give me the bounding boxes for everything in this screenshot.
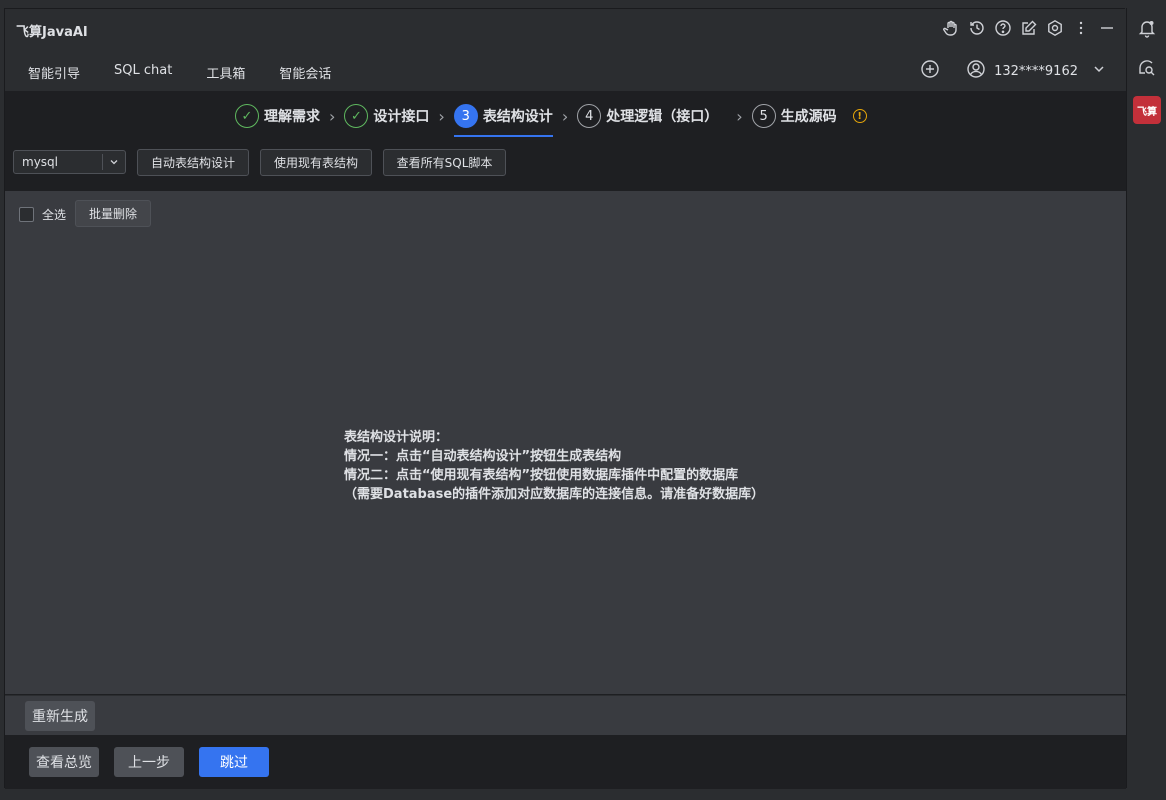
auto-table-design-button[interactable]: 自动表结构设计 [137, 149, 249, 176]
main-panel: 飞算JavaAI 智能引导 SQL chat 工具箱 智能会话 132****9… [4, 8, 1126, 789]
chat-search-icon[interactable] [1137, 58, 1157, 78]
step-number: 5 [751, 104, 776, 128]
batch-delete-button[interactable]: 批量删除 [75, 200, 151, 227]
step-label: 理解需求 [264, 109, 320, 125]
history-icon[interactable] [968, 19, 986, 37]
instruction-line: 情况一：点击“自动表结构设计”按钮生成表结构 [344, 449, 622, 464]
user-phone[interactable]: 132****9162 [994, 64, 1078, 79]
step-number: 3 [453, 104, 478, 128]
instructions: 表结构设计说明： 情况一：点击“自动表结构设计”按钮生成表结构情况二：点击“使用现… [344, 428, 764, 504]
user-avatar-icon[interactable] [966, 59, 986, 83]
instruction-title: 表结构设计说明： [344, 430, 449, 445]
db-type-select[interactable]: mysql [13, 150, 126, 174]
instruction-line: 情况二：点击“使用现有表结构”按钮使用数据库插件中配置的数据库 [344, 468, 739, 483]
previous-step-button[interactable]: 上一步 [114, 747, 184, 777]
tab-bar: 智能引导 SQL chat 工具箱 智能会话 [17, 55, 354, 95]
step-generate-source[interactable]: 5 生成源码 [751, 99, 837, 133]
tab-toolbox[interactable]: 工具箱 [195, 55, 256, 92]
minimize-icon[interactable] [1098, 19, 1116, 37]
tab-smart-chat[interactable]: 智能会话 [268, 55, 342, 92]
db-type-value: mysql [22, 155, 58, 169]
add-icon[interactable] [920, 59, 940, 83]
select-all-label: 全选 [42, 208, 67, 222]
toolbar: mysql 自动表结构设计 使用现有表结构 查看所有SQL脚本 [5, 137, 1126, 191]
view-all-sql-button[interactable]: 查看所有SQL脚本 [383, 149, 506, 176]
regenerate-bar: 重新生成 [5, 695, 1126, 735]
select-all[interactable]: 全选 [19, 206, 66, 223]
step-process-logic[interactable]: 4 处理逻辑（接口） [577, 99, 718, 133]
step-design-interface[interactable]: ✓ 设计接口 [344, 99, 429, 133]
select-all-checkbox[interactable] [19, 207, 34, 222]
edit-icon[interactable] [1020, 19, 1038, 37]
step-table-design[interactable]: 3 表结构设计 [453, 99, 553, 137]
skip-button[interactable]: 跳过 [199, 747, 269, 777]
steps-bar: ✓ 理解需求 › ✓ 设计接口 › 3 表结构设计 › 4 处理逻辑（接口） ›… [5, 91, 1126, 137]
regenerate-button[interactable]: 重新生成 [25, 701, 95, 731]
tab-smart-guide[interactable]: 智能引导 [17, 55, 92, 95]
step-label: 表结构设计 [482, 109, 553, 125]
content-area: 全选 批量删除 表结构设计说明： 情况一：点击“自动表结构设计”按钮生成表结构情况… [5, 191, 1126, 694]
step-understand-requirements[interactable]: ✓ 理解需求 [235, 99, 320, 133]
more-icon[interactable] [1072, 19, 1090, 37]
notification-icon[interactable] [1137, 18, 1157, 38]
check-icon: ✓ [235, 104, 259, 128]
top-header: 飞算JavaAI 智能引导 SQL chat 工具箱 智能会话 132****9… [5, 9, 1126, 95]
view-overview-button[interactable]: 查看总览 [29, 747, 99, 777]
chevron-down-icon [102, 154, 119, 170]
settings-icon[interactable] [1046, 19, 1064, 37]
chevron-right-icon: › [438, 106, 445, 126]
instruction-line: （需要Database的插件添加对应数据库的连接信息。请准备好数据库） [344, 487, 765, 502]
step-label: 设计接口 [373, 109, 430, 125]
step-number: 4 [577, 104, 602, 128]
help-icon[interactable] [994, 19, 1012, 37]
chevron-down-icon[interactable] [1092, 62, 1106, 80]
warning-icon[interactable]: ! [852, 109, 867, 123]
use-existing-table-button[interactable]: 使用现有表结构 [260, 149, 372, 176]
tab-sql-chat[interactable]: SQL chat [103, 55, 183, 92]
right-tool-strip: 飞算 [1126, 8, 1166, 788]
hand-icon[interactable] [942, 19, 960, 37]
footer: 查看总览 上一步 跳过 [5, 735, 1126, 789]
app-title: 飞算JavaAI [16, 25, 88, 40]
step-indicator: ✓ 理解需求 › ✓ 设计接口 › 3 表结构设计 › 4 处理逻辑（接口） ›… [235, 99, 867, 137]
step-label: 生成源码 [780, 109, 837, 125]
chevron-right-icon: › [736, 106, 743, 126]
step-label: 处理逻辑（接口） [606, 109, 719, 125]
feisuan-logo[interactable]: 飞算 [1133, 96, 1161, 124]
chevron-right-icon: › [561, 106, 569, 126]
header-icons [942, 19, 1116, 37]
check-icon: ✓ [344, 104, 369, 128]
chevron-right-icon: › [329, 106, 336, 126]
user-area: 132****9162 [920, 59, 1106, 83]
